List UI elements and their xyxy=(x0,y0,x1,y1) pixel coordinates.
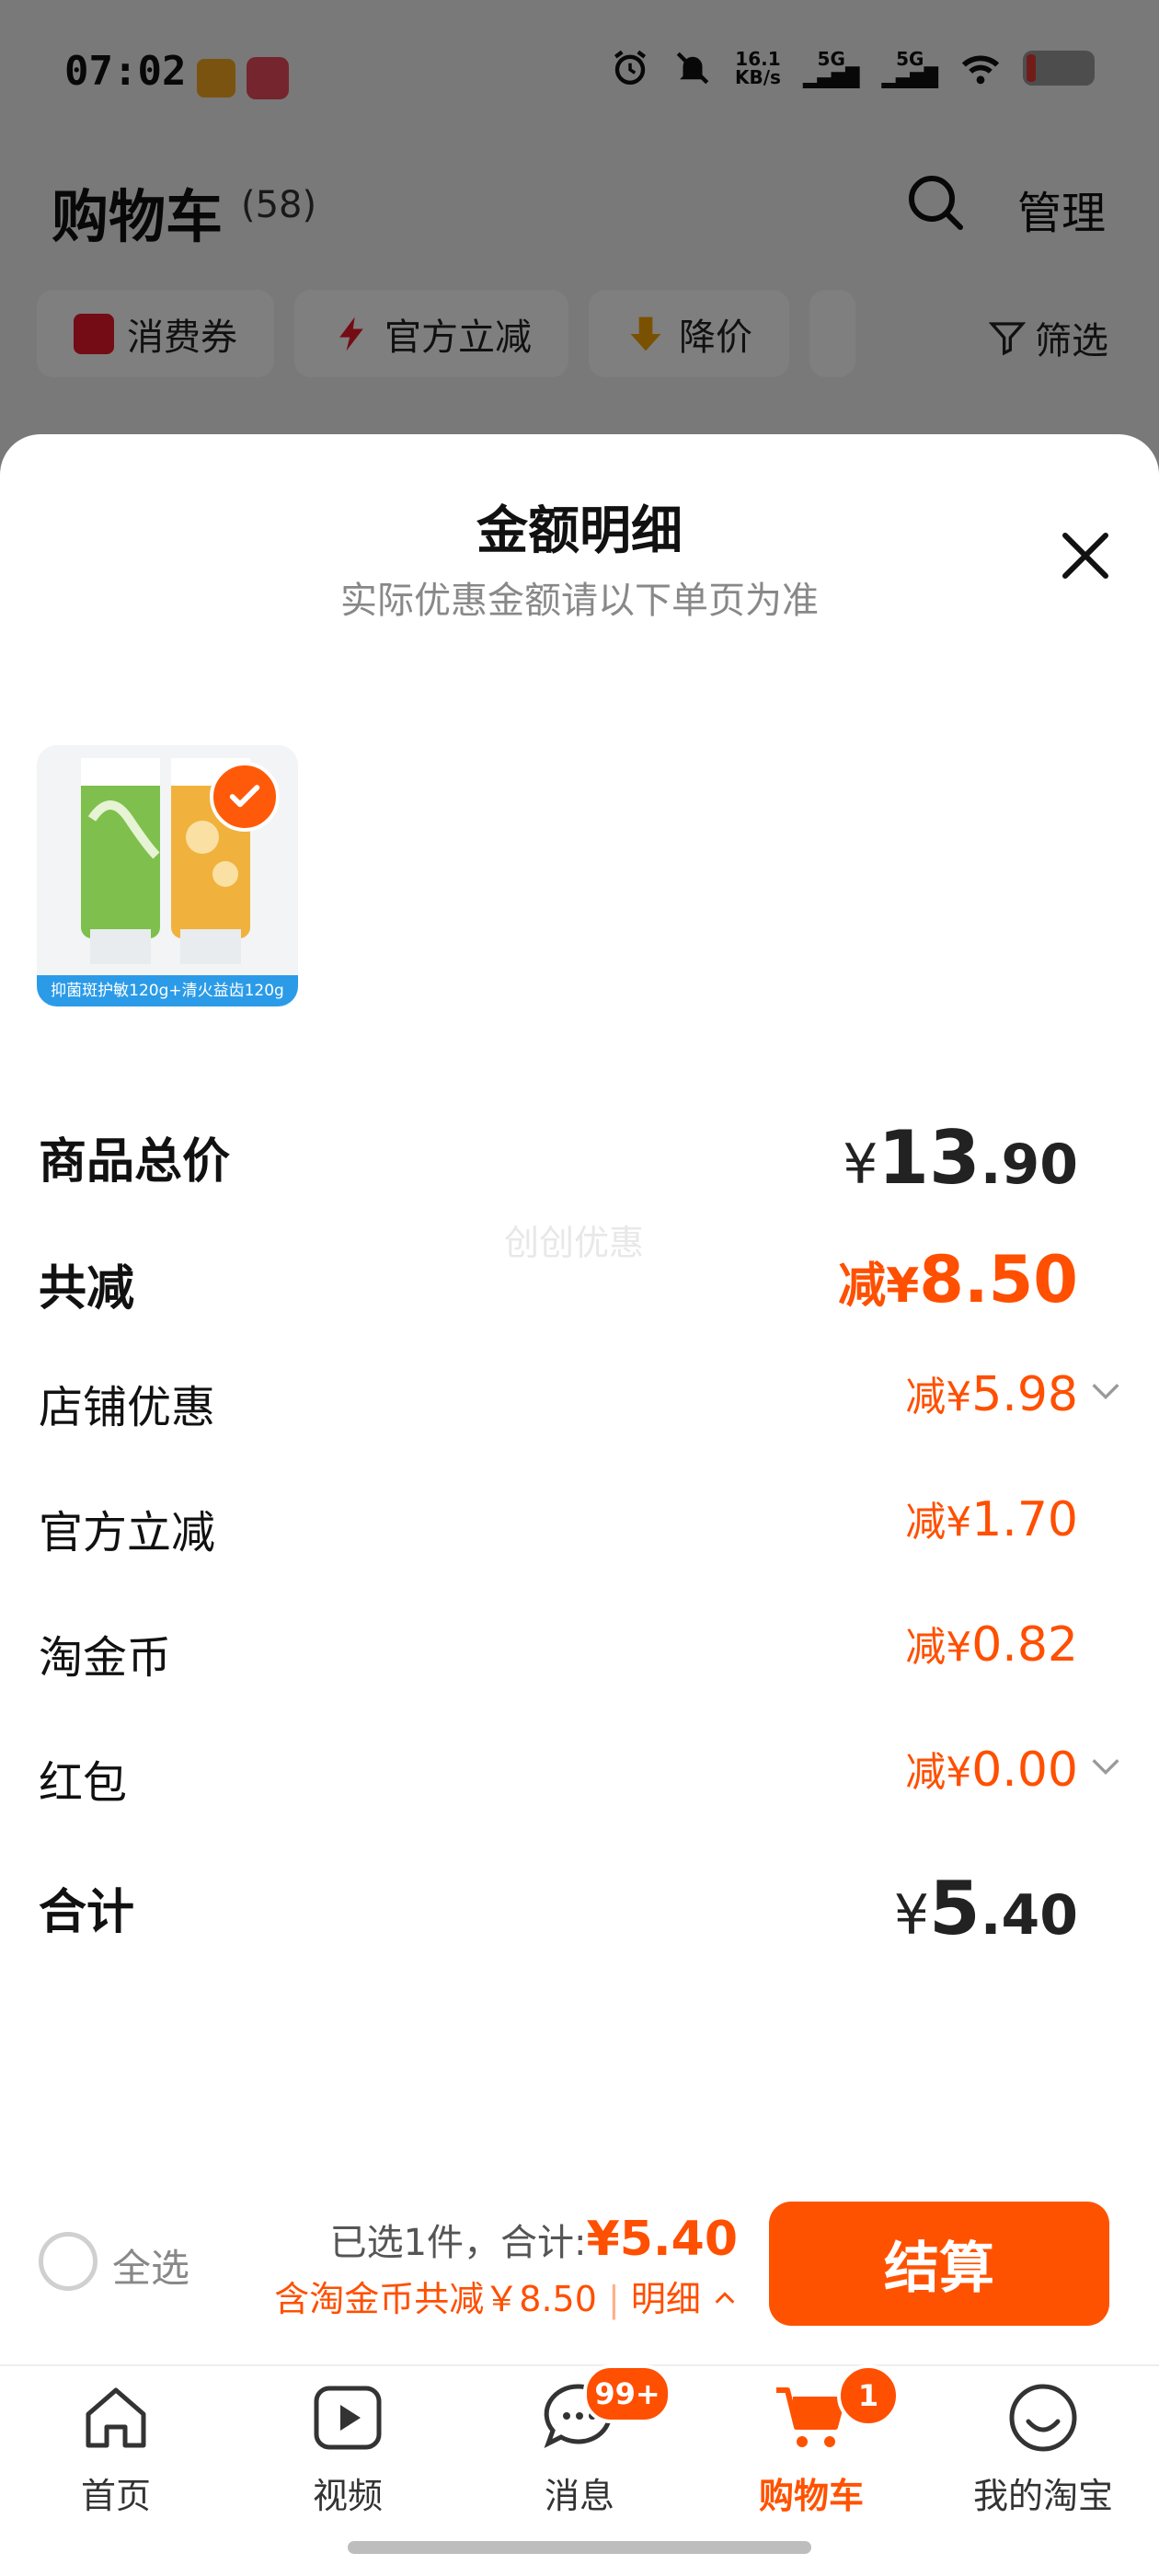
total-price-label: 商品总价 xyxy=(39,1134,231,1190)
total-discount-label: 共减 xyxy=(39,1261,135,1317)
row-official-discount: 官方立减 减¥1.70 xyxy=(39,1479,1124,1562)
official-discount-label: 官方立减 xyxy=(39,1507,216,1558)
shop-discount-value: 减¥5.98 xyxy=(905,1367,1078,1422)
tab-home[interactable]: 首页 xyxy=(24,2374,208,2516)
tab-video[interactable]: 视频 xyxy=(256,2374,440,2516)
discount-summary[interactable]: 含淘金币共减￥8.50 | 明细 xyxy=(274,2271,738,2321)
select-all-label[interactable]: 全选 xyxy=(112,2237,189,2294)
video-icon xyxy=(314,2386,382,2450)
profile-icon xyxy=(1009,2384,1077,2452)
row-total-discount: 共减 减¥8.50 xyxy=(39,1233,1124,1317)
sheet-title: 金额明细 xyxy=(476,501,683,561)
product-caption: 抑菌斑护敏120g+清火益齿120g xyxy=(37,975,298,1006)
row-sum: 合计 ¥5.40 xyxy=(39,1857,1124,1951)
selected-check-icon[interactable] xyxy=(210,762,280,832)
chevron-down-icon[interactable] xyxy=(1087,1748,1124,1785)
sum-label: 合计 xyxy=(39,1885,135,1940)
red-packet-value: 减¥0.00 xyxy=(905,1742,1078,1798)
checkout-total: ¥5.40 xyxy=(586,2212,738,2267)
detail-link[interactable]: 明细 xyxy=(631,2279,701,2319)
coins-discount-value: 减¥0.82 xyxy=(905,1617,1078,1673)
shop-discount-label: 店铺优惠 xyxy=(39,1382,216,1433)
cart-badge: 1 xyxy=(837,2364,900,2427)
official-discount-value: 减¥1.70 xyxy=(905,1492,1078,1547)
sum-value: ¥5.40 xyxy=(893,1866,1078,1951)
coins-discount-label: 淘金币 xyxy=(39,1632,172,1684)
row-shop-discount[interactable]: 店铺优惠 减¥5.98 xyxy=(39,1354,1124,1437)
row-red-packet[interactable]: 红包 减¥0.00 xyxy=(39,1730,1124,1812)
select-all-radio[interactable] xyxy=(39,2232,98,2291)
checkout-button[interactable]: 结算 xyxy=(769,2202,1109,2326)
message-badge: 99+ xyxy=(583,2364,671,2423)
row-coins-discount: 淘金币 减¥0.82 xyxy=(39,1604,1124,1687)
chevron-up-icon[interactable] xyxy=(712,2285,738,2311)
home-icon xyxy=(86,2387,146,2448)
selected-summary: 已选1件，合计:¥5.40 xyxy=(329,2212,738,2267)
sheet-subtitle: 实际优惠金额请以下单页为准 xyxy=(340,580,819,622)
total-discount-value: 减¥8.50 xyxy=(838,1242,1078,1317)
close-icon[interactable] xyxy=(1056,526,1115,585)
total-price-value: ¥13.90 xyxy=(843,1115,1078,1201)
home-indicator[interactable] xyxy=(348,2541,811,2554)
row-total-price: 商品总价 ¥13.90 xyxy=(39,1106,1124,1201)
tab-profile[interactable]: 我的淘宝 xyxy=(951,2374,1135,2516)
chevron-down-icon[interactable] xyxy=(1087,1373,1124,1409)
red-packet-label: 红包 xyxy=(39,1757,128,1809)
